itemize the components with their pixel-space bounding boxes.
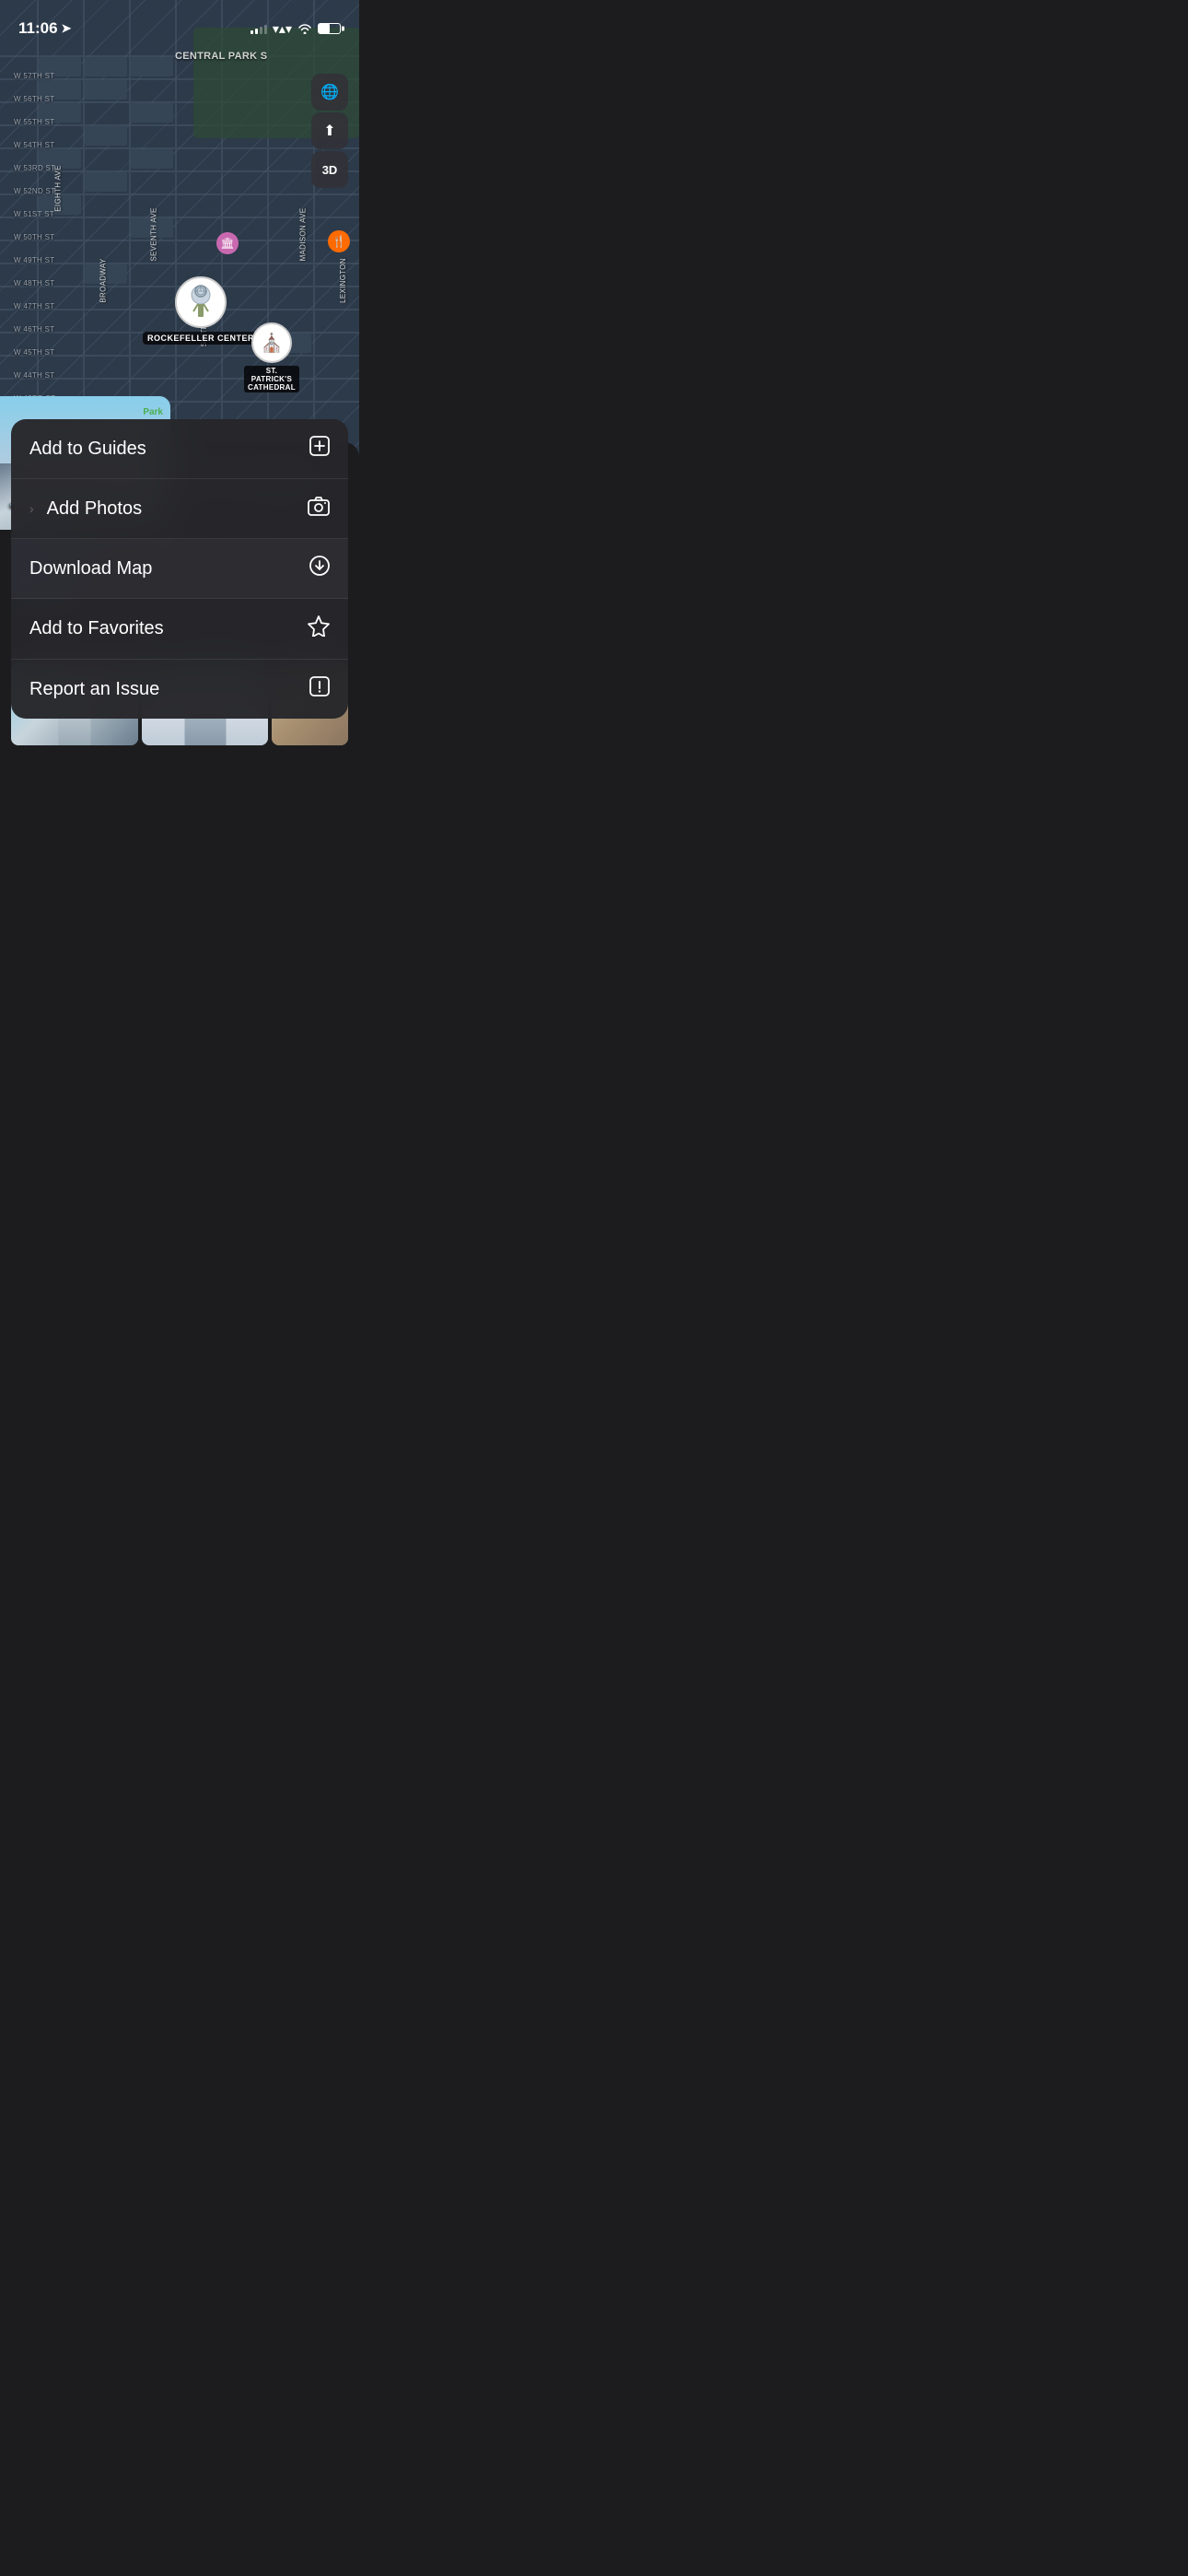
signal-icon — [250, 23, 267, 34]
rockefeller-pin-circle — [175, 276, 227, 328]
direction-button[interactable]: ⬆ — [311, 112, 348, 149]
wifi-symbol — [297, 23, 312, 34]
museum-marker[interactable]: 🏛 — [216, 232, 239, 254]
avenue-label: LEXINGTON — [339, 258, 347, 303]
park-label: CENTRAL PARK S — [175, 51, 267, 62]
add-to-favorites-item[interactable]: Add to Favorites — [11, 599, 348, 660]
restaurant-marker[interactable]: 🍴 — [328, 230, 350, 252]
street-label: W 46TH ST — [14, 325, 54, 334]
avenue-label: SEVENTH AVE — [150, 207, 158, 261]
camera-icon — [308, 496, 330, 521]
location-icon: ➤ — [62, 21, 72, 36]
street-label: W 45TH ST — [14, 348, 54, 357]
street-label: W 57TH ST — [14, 72, 54, 80]
avenue-label: EIGHTH AVE — [54, 165, 63, 211]
report-issue-label: Report an Issue — [29, 679, 159, 700]
globe-button[interactable]: 🌐 — [311, 74, 348, 111]
map-controls: 🌐 ⬆ 3D — [311, 74, 348, 188]
avenue-label: BROADWAY — [99, 258, 108, 302]
street-label: W 51ST ST — [14, 210, 54, 218]
add-photos-label: Add Photos — [47, 498, 142, 520]
status-icons: ▾▴▾ — [250, 21, 341, 37]
stpatrick-pin[interactable]: ⛪ ST.PATRICK'SCATHEDRAL — [244, 322, 299, 392]
status-time: 11:06 ➤ — [18, 19, 71, 38]
city-block — [131, 149, 173, 169]
add-to-guides-item[interactable]: Add to Guides — [11, 419, 348, 479]
chevron-right-icon: › — [29, 501, 34, 516]
city-block — [131, 103, 173, 123]
street-label: W 49TH ST — [14, 256, 54, 264]
city-block — [85, 126, 127, 146]
street-label: W 48TH ST — [14, 279, 54, 287]
stpatrick-pin-circle: ⛪ — [251, 322, 292, 363]
add-to-guides-icon — [309, 436, 330, 462]
stpatrick-pin-label: ST.PATRICK'SCATHEDRAL — [244, 366, 299, 392]
city-block — [85, 57, 127, 76]
wifi-icon: ▾▴▾ — [273, 21, 292, 37]
avenue-label: MADISON AVE — [298, 208, 307, 262]
star-outline-icon — [308, 615, 330, 642]
download-map-item[interactable]: Download Map — [11, 539, 348, 599]
download-icon — [309, 556, 330, 581]
street-label: W 56TH ST — [14, 95, 54, 103]
street-label: W 44TH ST — [14, 371, 54, 380]
city-block — [131, 57, 173, 76]
3d-button[interactable]: 3D — [311, 151, 348, 188]
time-display: 11:06 — [18, 19, 58, 38]
add-photos-item[interactable]: › Add Photos — [11, 479, 348, 539]
dropdown-menu: Add to Guides › Add Photos Down — [11, 419, 348, 719]
street-label: W 47TH ST — [14, 302, 54, 310]
rockefeller-pin[interactable]: ROCKEFELLER CENTER — [143, 276, 259, 345]
street-label: W 54TH ST — [14, 141, 54, 149]
street-label: W 50TH ST — [14, 233, 54, 241]
street-label: W 53RD ST — [14, 164, 55, 172]
battery-icon — [318, 23, 341, 34]
warning-icon — [309, 676, 330, 702]
city-block — [85, 172, 127, 192]
city-block — [85, 80, 127, 100]
rockefeller-pin-label: ROCKEFELLER CENTER — [143, 332, 259, 345]
download-map-label: Download Map — [29, 558, 152, 580]
street-label: W 52ND ST — [14, 187, 55, 195]
status-bar: 11:06 ➤ ▾▴▾ — [0, 0, 359, 46]
add-to-favorites-label: Add to Favorites — [29, 618, 164, 639]
park-thumb-label: Park — [143, 407, 163, 417]
report-issue-item[interactable]: Report an Issue — [11, 660, 348, 719]
add-to-guides-label: Add to Guides — [29, 439, 146, 460]
street-label: W 55TH ST — [14, 118, 54, 126]
